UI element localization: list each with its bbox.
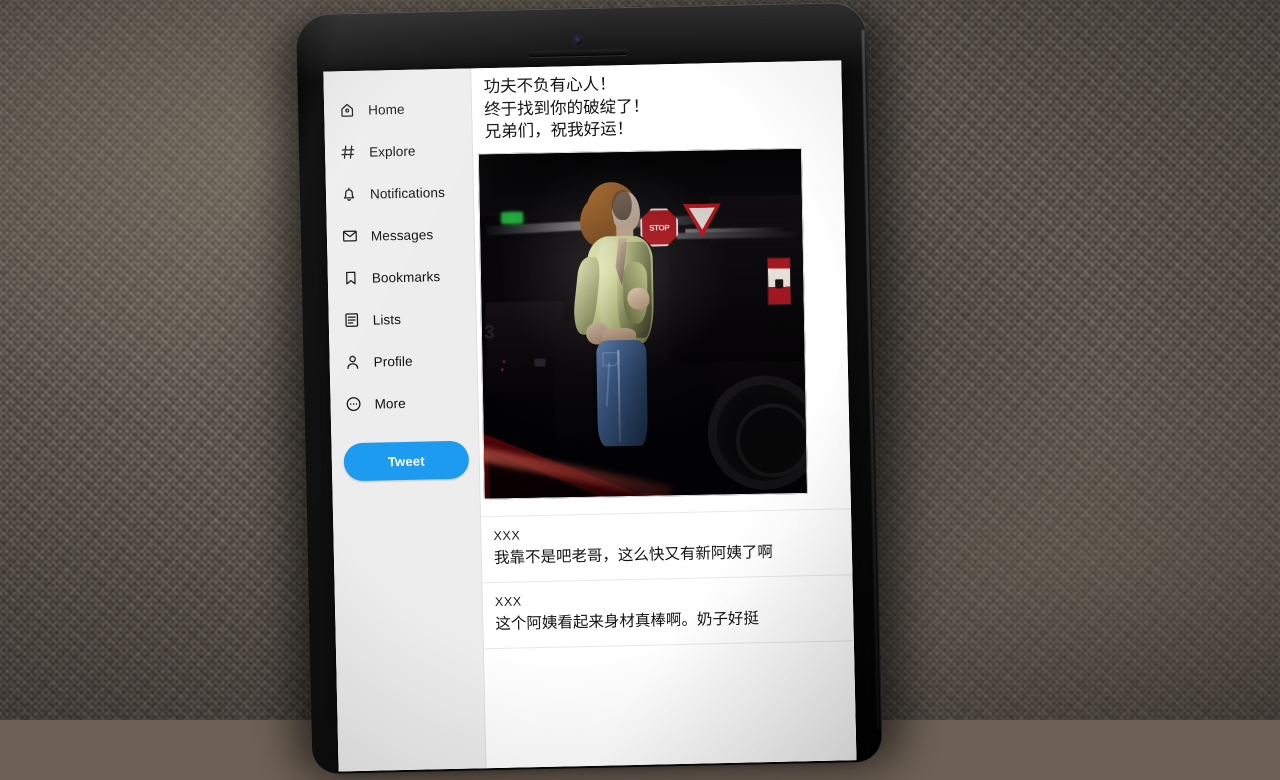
ellipsis-icon bbox=[344, 395, 362, 413]
sidebar-item-label: Profile bbox=[373, 353, 413, 370]
sidebar-item-explore[interactable]: Explore bbox=[325, 128, 473, 173]
reply-item[interactable]: XXX 这个阿姨看起来身材真棒啊。奶子好挺 bbox=[482, 574, 854, 650]
sidebar-item-messages[interactable]: Messages bbox=[326, 212, 474, 257]
sidebar-item-home[interactable]: Home bbox=[324, 86, 472, 131]
sidebar-item-label: Messages bbox=[370, 226, 434, 244]
sidebar-item-lists[interactable]: Lists bbox=[328, 296, 476, 341]
reply-item[interactable]: XXX 我靠不是吧老哥，这么快又有新阿姨了啊 bbox=[481, 508, 853, 583]
sidebar-item-label: Bookmarks bbox=[371, 268, 441, 286]
bookmark-icon bbox=[342, 269, 360, 287]
tweet-photo[interactable]: STOP 3 bbox=[477, 147, 808, 500]
tablet-screen: Home Explore Notifications Messages Book… bbox=[323, 60, 857, 772]
reply-list: XXX 我靠不是吧老哥，这么快又有新阿姨了啊 XXX 这个阿姨看起来身材真棒啊。… bbox=[481, 508, 854, 650]
tweet-text-block: 功夫不负有心人！ 终于找到你的破绽了！ 兄弟们，祝我好运！ bbox=[471, 60, 843, 144]
sidebar-item-notifications[interactable]: Notifications bbox=[326, 170, 474, 215]
photo-grading bbox=[478, 148, 807, 499]
sidebar-item-label: More bbox=[374, 395, 406, 412]
bell-icon bbox=[340, 185, 358, 203]
envelope-icon bbox=[341, 227, 359, 245]
person-icon bbox=[343, 353, 361, 371]
twitter-app: Home Explore Notifications Messages Book… bbox=[323, 60, 857, 772]
tablet-device: Home Explore Notifications Messages Book… bbox=[278, 1, 905, 780]
tweet-media-wrapper[interactable]: STOP 3 bbox=[477, 146, 840, 500]
sidebar-item-label: Lists bbox=[372, 311, 402, 328]
sidebar-item-label: Notifications bbox=[369, 184, 445, 202]
tweet-compose-button[interactable]: Tweet bbox=[343, 440, 470, 482]
list-icon bbox=[343, 311, 361, 329]
reply-username: XXX bbox=[494, 594, 522, 609]
main-timeline: 功夫不负有心人！ 终于找到你的破绽了！ 兄弟们，祝我好运！ XXX 我靠不是吧老… bbox=[471, 60, 857, 769]
home-icon bbox=[338, 101, 356, 119]
hashtag-icon bbox=[339, 143, 357, 161]
sidebar-item-bookmarks[interactable]: Bookmarks bbox=[327, 254, 475, 299]
tweet-button-label: Tweet bbox=[387, 453, 425, 469]
sidebar-item-more[interactable]: More bbox=[330, 380, 478, 425]
sidebar-item-label: Explore bbox=[368, 143, 416, 160]
reply-text: 这个阿姨看起来身材真棒啊。奶子好挺 bbox=[495, 609, 760, 633]
reply-username: XXX bbox=[493, 528, 521, 543]
sidebar-item-label: Home bbox=[368, 101, 405, 118]
sidebar-item-profile[interactable]: Profile bbox=[329, 338, 477, 383]
reply-text: 我靠不是吧老哥，这么快又有新阿姨了啊 bbox=[493, 542, 774, 567]
app-sidebar: Home Explore Notifications Messages Book… bbox=[323, 68, 487, 772]
